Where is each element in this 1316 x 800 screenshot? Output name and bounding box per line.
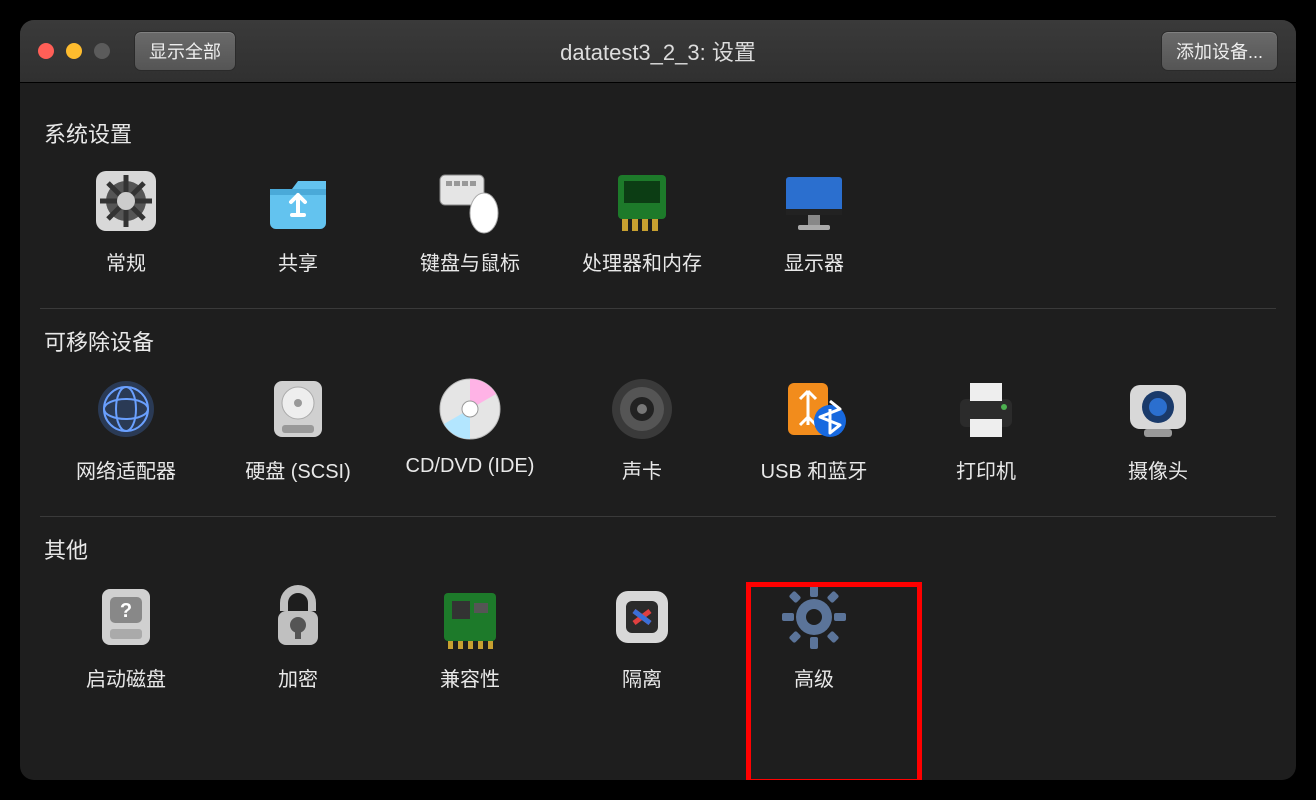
section-grid-removable: 网络适配器 硬盘 (SCSI) xyxy=(40,367,1276,490)
hard-disk-icon xyxy=(262,373,334,445)
camera-icon xyxy=(1122,373,1194,445)
printer-icon xyxy=(950,373,1022,445)
item-advanced[interactable]: 高级 xyxy=(728,575,900,698)
item-label: USB 和蓝牙 xyxy=(761,455,868,484)
item-encryption[interactable]: 加密 xyxy=(212,575,384,698)
item-cd-dvd[interactable]: CD/DVD (IDE) xyxy=(384,367,556,490)
network-globe-icon xyxy=(90,373,162,445)
show-all-button[interactable]: 显示全部 xyxy=(134,31,236,71)
item-network-adapter[interactable]: 网络适配器 xyxy=(40,367,212,490)
circuit-board-icon xyxy=(434,581,506,653)
folder-share-icon xyxy=(262,165,334,237)
item-label: 处理器和内存 xyxy=(582,247,702,276)
usb-bluetooth-icon xyxy=(778,373,850,445)
item-label: CD/DVD (IDE) xyxy=(406,455,535,478)
section-title-other: 其他 xyxy=(44,533,1276,565)
section-system: 系统设置 常规 xyxy=(40,101,1276,309)
padlock-icon xyxy=(262,581,334,653)
close-window-button[interactable] xyxy=(38,43,54,59)
item-compatibility[interactable]: 兼容性 xyxy=(384,575,556,698)
item-isolation[interactable]: 隔离 xyxy=(556,575,728,698)
item-cpu-memory[interactable]: 处理器和内存 xyxy=(556,159,728,282)
item-label: 兼容性 xyxy=(440,663,500,692)
minimize-window-button[interactable] xyxy=(66,43,82,59)
item-label: 摄像头 xyxy=(1128,455,1188,484)
disc-icon xyxy=(434,373,506,445)
item-printer[interactable]: 打印机 xyxy=(900,367,1072,490)
item-startup-disk[interactable]: ? 启动磁盘 xyxy=(40,575,212,698)
window-controls xyxy=(38,43,110,59)
section-title-system: 系统设置 xyxy=(44,117,1276,149)
item-label: 常规 xyxy=(106,247,146,276)
startup-disk-icon: ? xyxy=(90,581,162,653)
item-usb-bluetooth[interactable]: USB 和蓝牙 xyxy=(728,367,900,490)
item-label: 声卡 xyxy=(622,455,662,484)
keyboard-mouse-icon xyxy=(434,165,506,237)
section-other: 其他 ? 启动磁盘 xyxy=(40,517,1276,724)
item-label: 共享 xyxy=(278,247,318,276)
cog-icon xyxy=(778,581,850,653)
settings-window: 显示全部 datatest3_2_3: 设置 添加设备... 系统设置 xyxy=(20,20,1296,780)
speaker-icon xyxy=(606,373,678,445)
zoom-window-button[interactable] xyxy=(94,43,110,59)
isolation-icon xyxy=(606,581,678,653)
item-label: 启动磁盘 xyxy=(86,663,166,692)
display-icon xyxy=(778,165,850,237)
item-keyboard-mouse[interactable]: 键盘与鼠标 xyxy=(384,159,556,282)
item-label: 网络适配器 xyxy=(76,455,176,484)
item-label: 硬盘 (SCSI) xyxy=(245,455,351,484)
gear-icon xyxy=(90,165,162,237)
add-device-button[interactable]: 添加设备... xyxy=(1161,31,1278,71)
item-label: 加密 xyxy=(278,663,318,692)
item-display[interactable]: 显示器 xyxy=(728,159,900,282)
item-sharing[interactable]: 共享 xyxy=(212,159,384,282)
item-hard-disk[interactable]: 硬盘 (SCSI) xyxy=(212,367,384,490)
settings-body: 系统设置 常规 xyxy=(20,83,1296,742)
item-label: 高级 xyxy=(794,663,834,692)
item-label: 隔离 xyxy=(622,663,662,692)
item-label: 键盘与鼠标 xyxy=(420,247,520,276)
svg-text:?: ? xyxy=(120,600,132,622)
item-general[interactable]: 常规 xyxy=(40,159,212,282)
memory-icon xyxy=(606,165,678,237)
toolbar: 显示全部 datatest3_2_3: 设置 添加设备... xyxy=(20,20,1296,83)
section-grid-other: ? 启动磁盘 加密 xyxy=(40,575,1276,698)
item-sound-card[interactable]: 声卡 xyxy=(556,367,728,490)
section-title-removable: 可移除设备 xyxy=(44,325,1276,357)
item-label: 打印机 xyxy=(956,455,1016,484)
item-label: 显示器 xyxy=(784,247,844,276)
item-camera[interactable]: 摄像头 xyxy=(1072,367,1244,490)
section-removable: 可移除设备 网络适配器 xyxy=(40,309,1276,517)
section-grid-system: 常规 共享 xyxy=(40,159,1276,282)
